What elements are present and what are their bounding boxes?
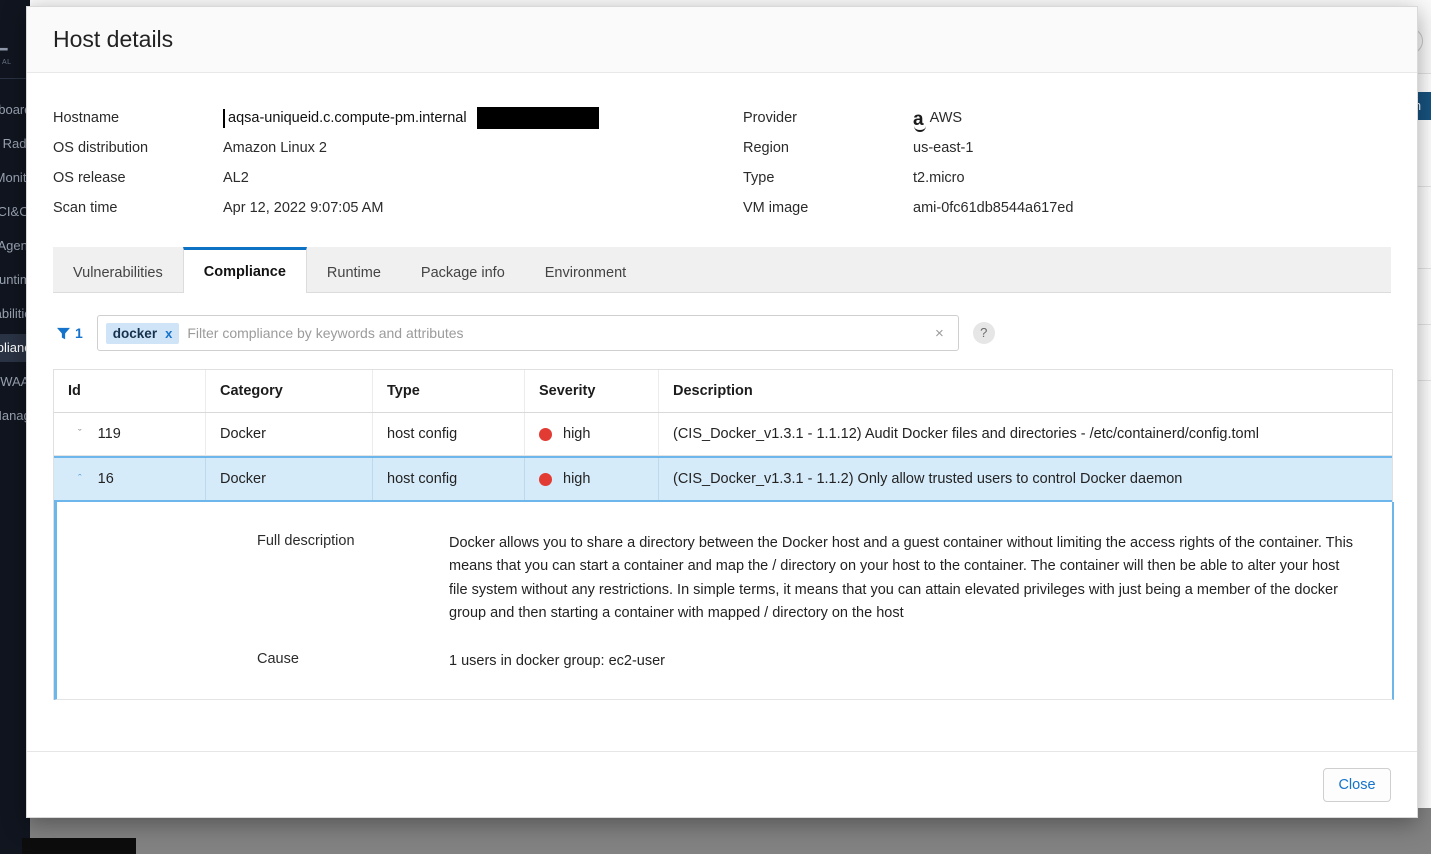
modal-title: Host details	[53, 26, 174, 52]
value-os-distribution: Amazon Linux 2	[223, 140, 327, 156]
filter-row: 1 docker x Filter compliance by keywords…	[53, 315, 1391, 351]
cell-id: ˇ 119	[54, 413, 206, 455]
detail-rows: Full description Docker allows you to sh…	[57, 532, 1354, 673]
cell-description: (CIS_Docker_v1.3.1 - 1.1.12) Audit Docke…	[673, 426, 1259, 442]
aws-logo-icon: a	[913, 108, 926, 132]
chevron-up-icon[interactable]: ˆ	[78, 473, 82, 485]
detail-label-cause: Cause	[257, 650, 299, 667]
column-header-id[interactable]: Id	[54, 370, 206, 412]
severity-dot-icon	[539, 427, 552, 441]
value-provider-row: a AWS	[913, 103, 1073, 133]
label-scan-time: Scan time	[53, 200, 118, 216]
value-provider: AWS	[929, 110, 963, 126]
compliance-table: Id Category Type Severity Description ˇ …	[53, 369, 1394, 701]
modal-header: Host details	[27, 7, 1417, 73]
filter-chip-docker[interactable]: docker x	[105, 322, 180, 344]
detail-value-full-description: Docker allows you to share a directory b…	[449, 535, 1354, 622]
detail-value-cause: 1 users in docker group: ec2-user	[449, 652, 665, 669]
cell-id: ˆ 16	[54, 458, 206, 500]
label-provider: Provider	[743, 110, 797, 126]
cell-category: Docker	[206, 458, 373, 500]
column-header-description[interactable]: Description	[659, 370, 1392, 412]
detail-row-cause: Cause 1 users in docker group: ec2-user	[257, 650, 1354, 673]
label-region: Region	[743, 140, 789, 156]
chevron-down-icon[interactable]: ˇ	[78, 428, 82, 440]
detail-label-full-description: Full description	[257, 533, 355, 549]
help-icon[interactable]: ?	[972, 322, 995, 344]
tab-compliance[interactable]: Compliance	[182, 247, 307, 293]
cell-severity-value: high	[563, 426, 591, 442]
hostname-field[interactable]: aqsa-uniqueid.c.compute-pm.internal	[223, 103, 599, 133]
value-hostname-row: aqsa-uniqueid.c.compute-pm.internal	[223, 103, 743, 133]
tab-package-info[interactable]: Package info	[401, 247, 525, 293]
value-region: us-east-1	[913, 140, 974, 156]
redaction-block	[476, 107, 599, 129]
host-details-modal: Host details Hostname OS distribution OS…	[26, 6, 1418, 818]
label-hostname: Hostname	[53, 110, 120, 126]
detail-row-full-description: Full description Docker allows you to sh…	[257, 532, 1354, 626]
host-info-left-labels: Hostname OS distribution OS release Scan…	[53, 103, 223, 223]
cell-id-value: 16	[97, 471, 114, 487]
tab-runtime[interactable]: Runtime	[307, 247, 401, 293]
value-os-release: AL2	[223, 170, 249, 186]
host-info-left-column: Hostname OS distribution OS release Scan…	[53, 103, 743, 223]
cell-description: (CIS_Docker_v1.3.1 - 1.1.2) Only allow t…	[673, 471, 1183, 487]
column-header-category[interactable]: Category	[206, 370, 373, 412]
filter-indicator[interactable]: 1	[53, 325, 83, 341]
expanded-row-detail: Full description Docker allows you to sh…	[54, 502, 1394, 701]
clear-filter-icon[interactable]: ×	[927, 325, 952, 342]
cell-severity-value: high	[563, 471, 591, 487]
cell-id-value: 119	[97, 426, 121, 442]
cell-severity: high	[525, 413, 659, 455]
filter-chip-remove-icon[interactable]: x	[165, 326, 172, 341]
tab-vulnerabilities[interactable]: Vulnerabilities	[53, 247, 183, 293]
tab-environment[interactable]: Environment	[525, 247, 646, 293]
cell-category: Docker	[206, 413, 373, 455]
detail-tabs: Vulnerabilities Compliance Runtime Packa…	[53, 247, 1391, 293]
value-vm-image: ami-0fc61db8544a617ed	[913, 200, 1074, 216]
funnel-icon	[57, 327, 70, 339]
table-row[interactable]: ˇ 119 Docker host config high (CIS_Docke…	[54, 413, 1392, 456]
severity-dot-icon	[539, 472, 552, 486]
column-header-type[interactable]: Type	[373, 370, 525, 412]
filter-placeholder-text: Filter compliance by keywords and attrib…	[187, 325, 464, 341]
cell-severity: high	[525, 458, 659, 500]
label-os-release: OS release	[53, 170, 126, 186]
modal-body: Hostname OS distribution OS release Scan…	[27, 73, 1417, 751]
host-info-right-labels: Provider Region Type VM image	[743, 103, 913, 223]
app-logo-mark: –	[0, 32, 9, 62]
host-info-section: Hostname OS distribution OS release Scan…	[53, 73, 1391, 241]
label-os-distribution: OS distribution	[53, 140, 149, 156]
value-hostname: aqsa-uniqueid.c.compute-pm.internal	[228, 103, 471, 133]
table-row[interactable]: ˆ 16 Docker host config high (CIS_Docker…	[54, 456, 1392, 502]
column-header-severity[interactable]: Severity	[525, 370, 659, 412]
value-type: t2.micro	[913, 170, 965, 186]
cell-type: host config	[373, 458, 525, 500]
close-button[interactable]: Close	[1323, 767, 1391, 802]
filter-input[interactable]: docker x Filter compliance by keywords a…	[96, 315, 959, 351]
label-type: Type	[743, 170, 775, 186]
table-header-row: Id Category Type Severity Description	[54, 370, 1392, 413]
modal-footer: Close	[27, 751, 1417, 817]
value-scan-time: Apr 12, 2022 9:07:05 AM	[223, 200, 384, 216]
background-taskbar-item	[22, 838, 136, 854]
cell-type: host config	[373, 413, 525, 455]
host-info-right-column: Provider Region Type VM image a AWS us-e…	[743, 103, 1073, 223]
filter-chip-label: docker	[112, 325, 158, 341]
host-info-left-values: aqsa-uniqueid.c.compute-pm.internal Amaz…	[223, 103, 743, 223]
text-cursor-icon	[223, 108, 225, 128]
host-info-right-values: a AWS us-east-1 t2.micro ami-0fc61db8544…	[913, 103, 1073, 223]
label-vm-image: VM image	[743, 200, 809, 216]
filter-count: 1	[75, 325, 83, 341]
